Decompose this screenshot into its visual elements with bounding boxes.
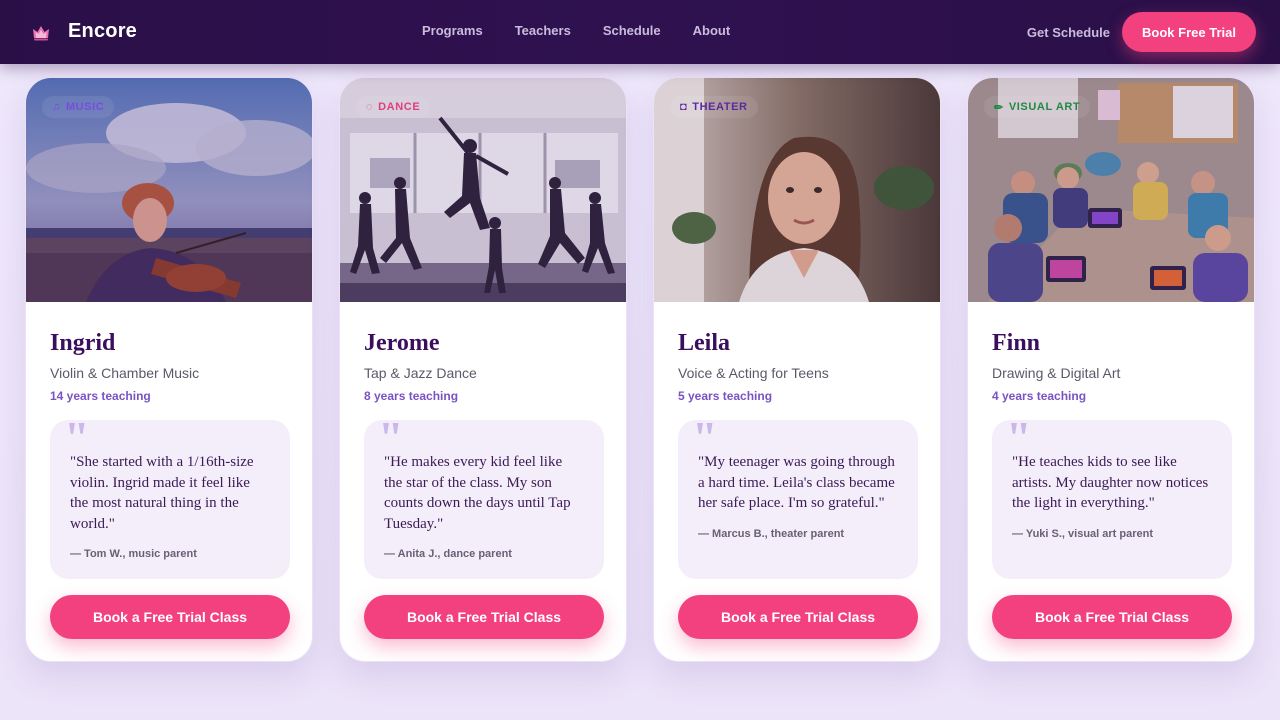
book-trial-class-button[interactable]: Book a Free Trial Class [50,595,290,639]
teacher-subject: Voice & Acting for Teens [678,365,829,381]
book-trial-class-button[interactable]: Book a Free Trial Class [364,595,604,639]
category-tag-label: DANCE [378,101,421,113]
quote-mark-icon: " [64,412,90,463]
category-tag: ◘ THEATER [670,96,758,118]
nav-link-teachers[interactable]: Teachers [515,23,571,38]
book-trial-class-button[interactable]: Book a Free Trial Class [992,595,1232,639]
testimonial-author: — Marcus B., theater parent [698,527,845,540]
category-tag-label: THEATER [692,101,748,113]
category-tag: ✏ VISUAL ART [984,96,1091,118]
kids-classroom-tablets-photo: ✏ VISUAL ART [968,78,1254,302]
quote-mark-icon: " [1006,412,1032,463]
brand-name: Encore [68,20,138,42]
teacher-card-finn: ✏ VISUAL ART Finn Drawing & Digital Art … [967,77,1255,662]
music-note-icon: ♫ [52,101,61,113]
teacher-subject: Violin & Chamber Music [50,365,200,381]
teacher-name: Ingrid [50,330,116,356]
teacher-name: Jerome [364,330,440,356]
teacher-name: Leila [678,330,730,356]
testimonial-author: — Tom W., music parent [70,548,197,560]
category-tag-label: MUSIC [65,101,105,113]
quote-mark-icon: " [378,412,404,463]
teacher-experience: 4 years teaching [992,389,1087,403]
teacher-experience: 8 years teaching [364,389,459,403]
teacher-subject: Drawing & Digital Art [992,365,1121,381]
teacher-card-jerome: ◌ DANCE Jerome Tap & Jazz Dance 8 years … [339,77,627,662]
nav-link-about[interactable]: About [693,23,731,38]
category-tag: ♫ MUSIC [42,96,115,118]
testimonial-text: "My teenager was going through a hard ti… [698,454,895,511]
teacher-experience: 5 years teaching [678,389,773,403]
teacher-name: Finn [992,330,1041,356]
testimonial-text: "He makes every kid feel like the star o… [384,454,571,532]
pencil-icon: ✏ [994,101,1004,114]
teacher-experience: 14 years teaching [50,389,151,403]
category-tag-label: VISUAL ART [1008,101,1081,113]
nav-actions: Get Schedule Book Free Trial [1027,12,1256,52]
testimonial: " "He makes every kid feel like the star… [364,412,604,579]
testimonial: " "He teaches kids to see like artists. … [992,412,1232,579]
brand[interactable]: Encore [30,20,137,43]
testimonial-text: "He teaches kids to see like artists. My… [1012,454,1209,511]
get-schedule-link[interactable]: Get Schedule [1027,25,1110,40]
teacher-cards: ♫ MUSIC Ingrid Violin & Chamber Music 14… [25,77,1255,662]
dance-icon: ◌ [366,101,374,113]
nav-link-programs[interactable]: Programs [422,23,483,38]
book-trial-class-button[interactable]: Book a Free Trial Class [678,595,918,639]
testimonial: " "My teenager was going through a hard … [678,412,918,579]
teacher-card-leila: ◘ THEATER Leila Voice & Acting for Teens… [653,77,941,662]
violinist-outdoors-photo: ♫ MUSIC [26,78,312,302]
top-nav: Encore Programs Teachers Schedule About … [0,0,1280,64]
testimonial-text: "She started with a 1/16th-size violin. … [70,454,254,532]
nav-links: Programs Teachers Schedule About [422,23,762,38]
testimonial: " "She started with a 1/16th-size violin… [50,412,290,579]
teacher-portrait-photo: ◘ THEATER [654,78,940,302]
book-free-trial-button[interactable]: Book Free Trial [1122,12,1256,52]
nav-link-schedule[interactable]: Schedule [603,23,661,38]
dancers-studio-photo: ◌ DANCE [340,78,626,302]
testimonial-author: — Anita J., dance parent [384,548,512,560]
crown-icon [30,21,52,43]
teacher-card-ingrid: ♫ MUSIC Ingrid Violin & Chamber Music 14… [25,77,313,662]
testimonial-author: — Yuki S., visual art parent [1012,527,1154,540]
teacher-subject: Tap & Jazz Dance [364,365,477,381]
quote-mark-icon: " [692,412,718,463]
theater-masks-icon: ◘ [680,101,688,113]
category-tag: ◌ DANCE [356,96,431,118]
